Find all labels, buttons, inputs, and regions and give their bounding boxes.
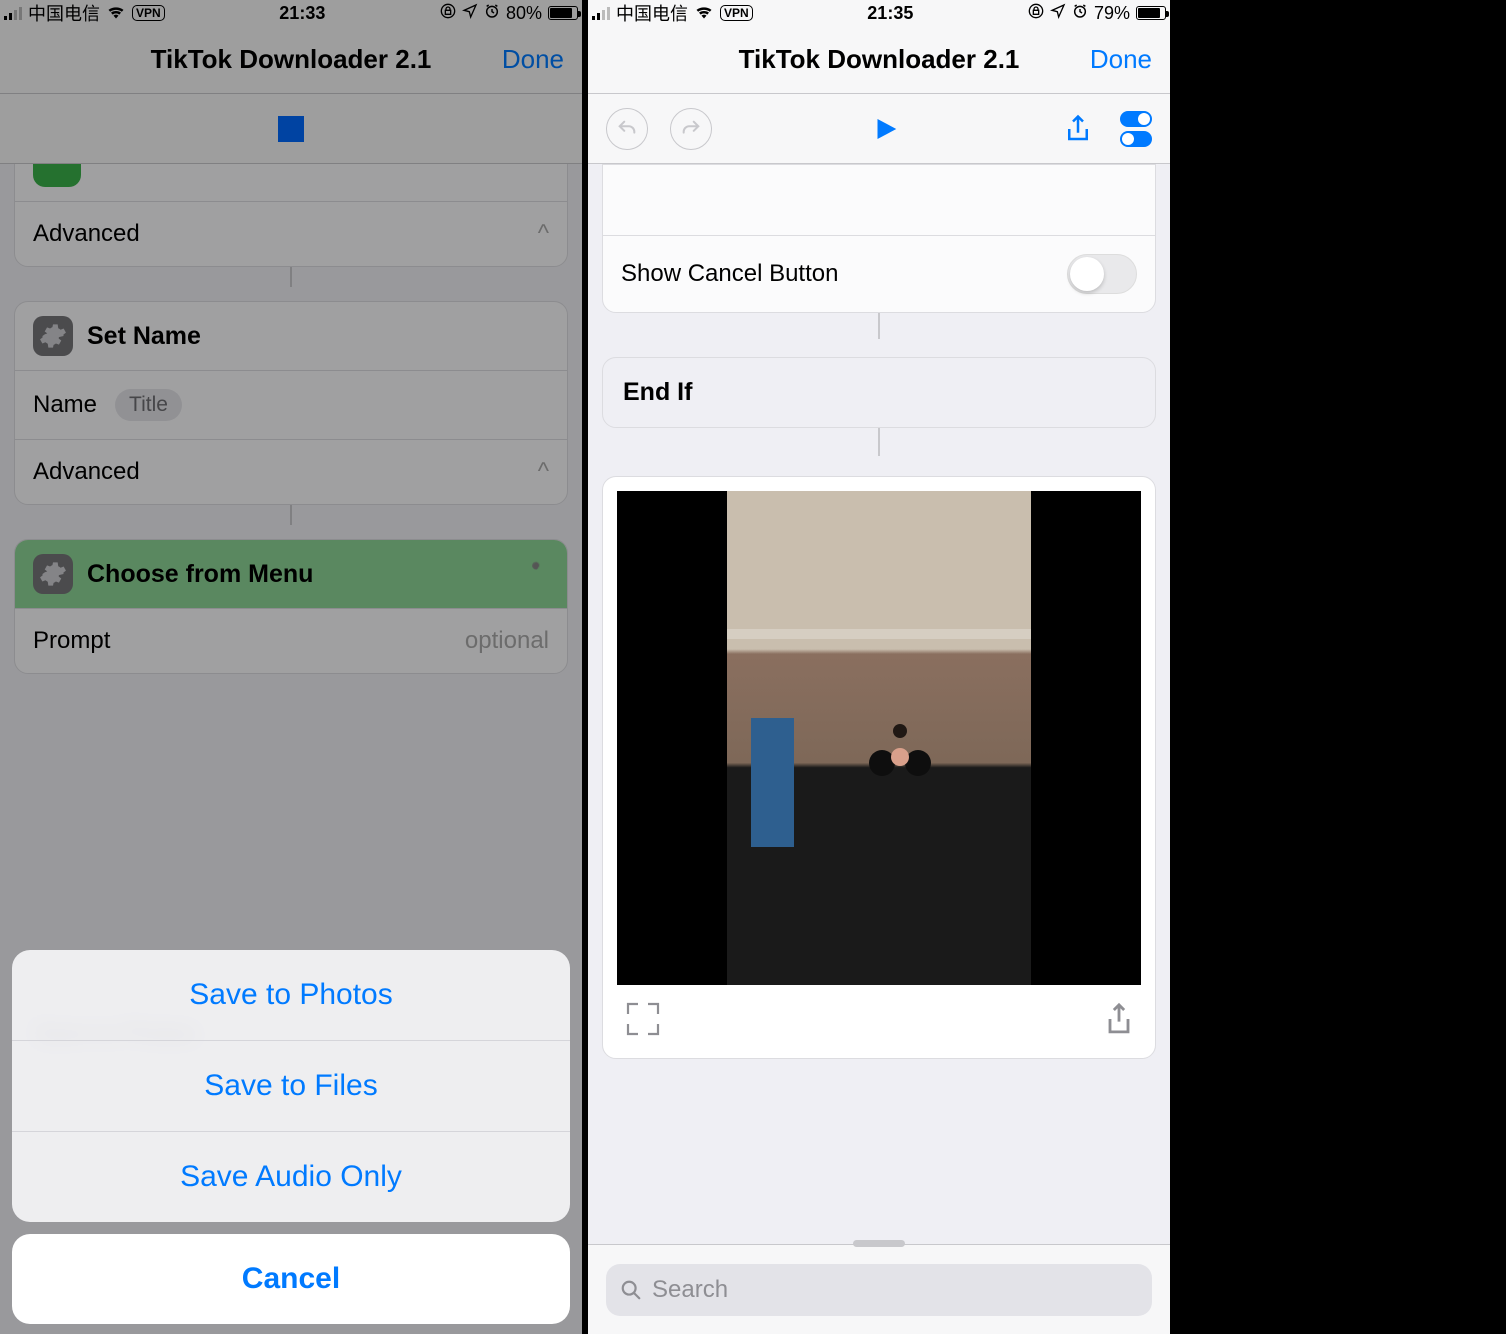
action-sheet: Save to Photos Save to Files Save Audio … xyxy=(12,950,570,1324)
expand-icon[interactable] xyxy=(623,999,663,1044)
alarm-icon xyxy=(1072,3,1088,24)
redo-button[interactable] xyxy=(670,108,712,150)
status-bar: 中国电信 VPN 21:35 79% xyxy=(588,0,1170,26)
share-button[interactable] xyxy=(1058,109,1098,149)
result-preview-card[interactable] xyxy=(602,476,1156,1059)
lock-icon xyxy=(1028,3,1044,24)
signal-icon xyxy=(592,6,610,20)
screenshot-right: 中国电信 VPN 21:35 79% TikTok Downloader 2.1… xyxy=(588,0,1170,1334)
share-result-button[interactable] xyxy=(1103,1001,1135,1042)
action-sheet-cancel[interactable]: Cancel xyxy=(12,1234,570,1324)
toolbar xyxy=(588,94,1170,164)
video-thumbnail xyxy=(727,491,1031,985)
page-title: TikTok Downloader 2.1 xyxy=(588,44,1170,75)
status-time: 21:35 xyxy=(867,3,913,24)
settings-button[interactable] xyxy=(1120,111,1152,147)
action-sheet-item-save-files[interactable]: Save to Files xyxy=(12,1040,570,1131)
show-cancel-row[interactable]: Show Cancel Button xyxy=(603,235,1155,312)
editor-content[interactable]: Show Cancel Button End If xyxy=(588,164,1170,1334)
wifi-icon xyxy=(694,3,714,24)
battery-icon xyxy=(1136,6,1166,20)
run-button[interactable] xyxy=(865,109,905,149)
vpn-badge: VPN xyxy=(720,5,753,21)
bottom-toolbar: Search xyxy=(588,1244,1170,1334)
screenshot-left: 中国电信 VPN 21:33 80% TikTok Downloader 2.1… xyxy=(0,0,582,1334)
video-preview[interactable] xyxy=(617,491,1141,985)
show-cancel-toggle[interactable] xyxy=(1067,254,1137,294)
row-label: Show Cancel Button xyxy=(621,260,838,288)
end-if-block[interactable]: End If xyxy=(602,357,1156,428)
grabber-handle[interactable] xyxy=(853,1240,905,1247)
search-icon xyxy=(620,1279,642,1301)
battery-pct: 79% xyxy=(1094,3,1130,24)
action-sheet-item-save-photos[interactable]: Save to Photos xyxy=(12,950,570,1040)
search-input[interactable]: Search xyxy=(606,1264,1152,1316)
search-placeholder: Search xyxy=(652,1276,728,1304)
action-sheet-item-save-audio[interactable]: Save Audio Only xyxy=(12,1131,570,1222)
done-button[interactable]: Done xyxy=(1090,44,1152,75)
location-icon xyxy=(1050,3,1066,24)
carrier-label: 中国电信 xyxy=(616,0,688,26)
undo-button[interactable] xyxy=(606,108,648,150)
